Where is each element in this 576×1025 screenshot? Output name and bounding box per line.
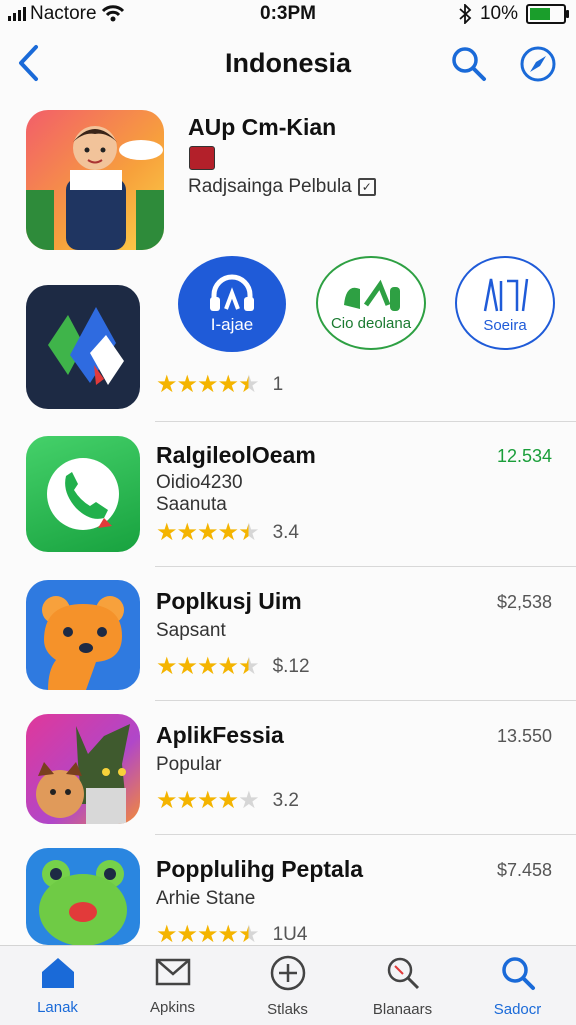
tab-search[interactable]: Sadocr bbox=[460, 954, 575, 1018]
tab-apps[interactable]: Apkins bbox=[115, 954, 230, 1016]
shapes-illustration bbox=[48, 307, 124, 385]
bluetooth-icon bbox=[459, 4, 472, 24]
app-developer: Arhie Stane bbox=[156, 888, 256, 909]
frog-illustration bbox=[39, 860, 127, 945]
battery-fill bbox=[530, 8, 550, 20]
search-button[interactable] bbox=[450, 45, 490, 85]
mini-app-label: Soeira bbox=[483, 316, 527, 334]
plus-circle-icon bbox=[270, 955, 305, 991]
mini-app-ajae[interactable]: I-ajae bbox=[178, 256, 286, 352]
featured-app-name[interactable]: AUp Cm-Kian bbox=[188, 114, 336, 141]
app-price[interactable]: $7.458 bbox=[497, 860, 552, 881]
star-rating-icon: ★★★★★ bbox=[156, 653, 260, 680]
search-icon bbox=[452, 47, 486, 81]
app-developer: Popular bbox=[156, 754, 222, 775]
music-notes-icon bbox=[483, 278, 529, 311]
divider bbox=[155, 566, 576, 567]
app-name[interactable]: RalgileolOeam bbox=[156, 442, 316, 469]
battery-percent: 10% bbox=[479, 3, 518, 24]
status-right: 10% bbox=[458, 3, 569, 25]
tab-label: Blanaars bbox=[372, 1001, 433, 1018]
divider bbox=[155, 421, 576, 422]
bear-app-icon[interactable] bbox=[26, 580, 140, 690]
app-rating: ★★★★★ 3.4 bbox=[156, 518, 299, 547]
compass-icon bbox=[520, 46, 556, 82]
mini-app-deolana[interactable]: Cio deolana bbox=[316, 256, 426, 350]
app-developer: Oidio4230 bbox=[156, 472, 243, 493]
app-price[interactable]: 13.550 bbox=[497, 726, 552, 747]
home-icon bbox=[41, 958, 74, 988]
check-icon: ✓ bbox=[357, 178, 376, 196]
tab-home[interactable]: Lanak bbox=[0, 954, 115, 1016]
battery-icon bbox=[526, 4, 569, 24]
mini-app-label: I-ajae bbox=[210, 315, 254, 334]
mail-icon bbox=[155, 958, 190, 986]
featured-app-icon[interactable] bbox=[26, 110, 164, 250]
pets-illustration bbox=[36, 724, 130, 824]
tab-label: Lanak bbox=[37, 999, 78, 1016]
mini-app-label: Cio deolana bbox=[330, 314, 412, 332]
featured-app-subtitle: Radjsainga Pelbula ✓ bbox=[188, 176, 376, 198]
divider bbox=[155, 700, 576, 701]
tab-bar: Lanak Apkins Stlaks Blanaars Sadocr bbox=[0, 945, 576, 1025]
phone-app-icon[interactable] bbox=[26, 436, 140, 552]
star-rating-icon: ★★★★★ bbox=[156, 519, 260, 546]
featured-app-badge-icon bbox=[189, 146, 215, 170]
tab-label: Stlaks bbox=[267, 1001, 308, 1018]
status-bar: Nactore 0:3PM 10% bbox=[0, 0, 576, 30]
app-name[interactable]: AplikFessia bbox=[156, 722, 284, 749]
search-icon bbox=[501, 957, 535, 990]
rating-value: $.12 bbox=[272, 655, 310, 677]
tab-stacks[interactable]: Stlaks bbox=[230, 954, 345, 1018]
explore-button[interactable] bbox=[518, 44, 558, 84]
bear-illustration bbox=[42, 596, 124, 690]
rating-value: 3.4 bbox=[272, 521, 299, 543]
tab-label: Sadocr bbox=[493, 1001, 542, 1018]
app-name[interactable]: Popplulihg Peptala bbox=[156, 856, 363, 883]
star-rating-icon: ★★★★★ bbox=[156, 787, 260, 814]
tab-label: Apkins bbox=[149, 999, 196, 1016]
leaf-shapes-icon bbox=[344, 279, 400, 311]
featured-row-rating: ★★★★★ 1 bbox=[156, 370, 283, 399]
divider bbox=[155, 834, 576, 835]
app-icon-shapes[interactable] bbox=[26, 285, 140, 409]
featured-app-subtitle-text: Radjsainga Pelbula bbox=[188, 176, 352, 197]
app-rating: ★★★★★ 3.2 bbox=[156, 786, 299, 815]
app-name[interactable]: Poplkusj Uim bbox=[156, 588, 302, 615]
app-price[interactable]: 12.534 bbox=[497, 446, 552, 467]
app-developer: Sapsant bbox=[156, 620, 226, 641]
rating-value: 1 bbox=[272, 373, 284, 395]
search-icon bbox=[387, 957, 419, 990]
pets-app-icon[interactable] bbox=[26, 714, 140, 824]
tab-browse[interactable]: Blanaars bbox=[345, 954, 460, 1018]
frog-app-icon[interactable] bbox=[26, 848, 140, 945]
star-rating-icon: ★★★★★ bbox=[156, 371, 260, 398]
phone-icon bbox=[47, 458, 119, 530]
mini-app-soeira[interactable]: Soeira bbox=[455, 256, 555, 350]
app-rating: ★★★★★ $.12 bbox=[156, 652, 310, 681]
rating-value: 3.2 bbox=[272, 789, 299, 811]
app-category: Saanuta bbox=[156, 494, 227, 515]
rating-value: 1U4 bbox=[272, 923, 308, 945]
character-illustration bbox=[26, 126, 164, 250]
headphones-icon bbox=[210, 274, 254, 311]
app-price[interactable]: $2,538 bbox=[497, 592, 552, 613]
